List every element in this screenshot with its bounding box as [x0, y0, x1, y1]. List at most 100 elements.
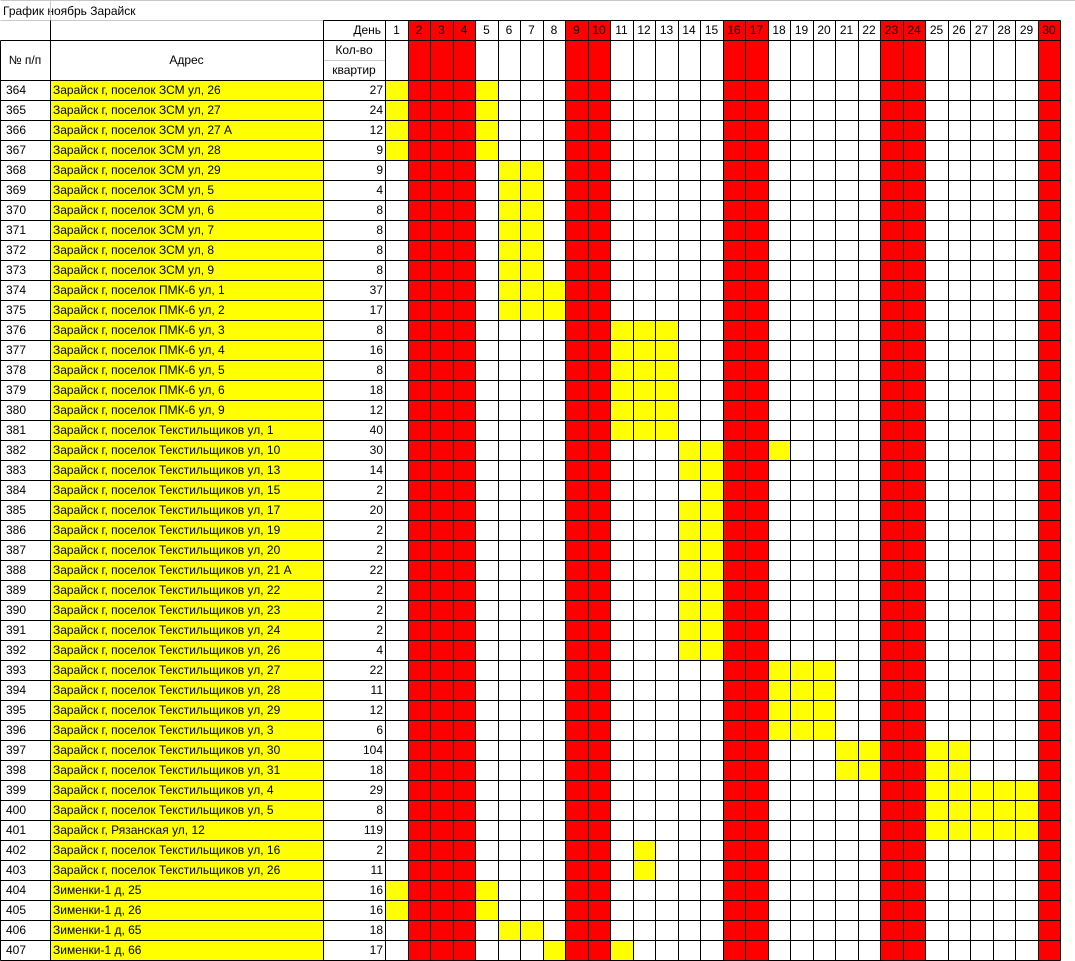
day-cell-2	[408, 580, 430, 600]
day-cell-30	[1038, 260, 1060, 280]
day-cell-10	[588, 660, 610, 680]
row-number: 393	[6, 663, 27, 677]
day-cell-25	[925, 480, 948, 500]
day-cell-5	[475, 620, 498, 640]
day-header-23: 23	[880, 20, 903, 40]
day-cell-7	[520, 220, 543, 240]
day-cell-9	[565, 500, 588, 520]
day-cell-14	[678, 100, 700, 120]
day-cell-3	[430, 300, 453, 320]
day-cell-16	[723, 360, 745, 380]
day-cell-30	[1038, 120, 1060, 140]
day-cell-7	[520, 940, 543, 960]
day-cell-28	[993, 840, 1015, 860]
day-cell-30	[1038, 480, 1060, 500]
day-cell-2	[408, 620, 430, 640]
day-cell-22	[858, 520, 880, 540]
row-apartment-count: 8	[376, 363, 383, 377]
day-cell-19	[790, 180, 813, 200]
day-cell-4	[453, 640, 475, 660]
day-cell-26	[948, 680, 970, 700]
day-cell-5	[475, 280, 498, 300]
day-cell-22	[858, 940, 880, 960]
day-cell-30	[1038, 360, 1060, 380]
day-cell-8	[543, 500, 565, 520]
day-cell-10	[588, 940, 610, 960]
day-header-6: 6	[505, 23, 513, 37]
day-cell-4	[453, 720, 475, 740]
day-cell-10	[588, 760, 610, 780]
day-cell-8	[543, 880, 565, 900]
day-cell-13	[655, 520, 678, 540]
day-cell-24	[903, 400, 925, 420]
day-cell-2	[408, 160, 430, 180]
day-cell-7	[520, 100, 543, 120]
day-cell-25	[925, 620, 948, 640]
day-cell-4	[453, 100, 475, 120]
day-header-9: 9	[565, 20, 588, 40]
day-cell-23	[880, 780, 903, 800]
day-cell-16	[723, 780, 745, 800]
day-cell-26	[948, 200, 970, 220]
day-cell-23	[880, 880, 903, 900]
day-cell-8	[543, 780, 565, 800]
row-apartment-count: 22	[369, 663, 383, 677]
day-cell-10	[588, 600, 610, 620]
day-cell-6	[498, 180, 520, 200]
day-cell-5	[475, 740, 498, 760]
day-cell-18	[768, 220, 790, 240]
day-cell-19	[790, 740, 813, 760]
day-cell-3	[430, 880, 453, 900]
day-cell-10	[588, 140, 610, 160]
day-subheader-24	[903, 40, 925, 80]
day-cell-8	[543, 720, 565, 740]
day-cell-9	[565, 940, 588, 960]
day-cell-24	[903, 160, 925, 180]
day-cell-7	[520, 360, 543, 380]
day-cell-30	[1038, 660, 1060, 680]
day-cell-11	[610, 480, 633, 500]
day-cell-20	[813, 760, 835, 780]
day-cell-24	[903, 860, 925, 880]
day-cell-30	[1038, 300, 1060, 320]
row-number: 377	[6, 343, 27, 357]
day-cell-27	[970, 740, 993, 760]
day-cell-21	[835, 120, 858, 140]
day-cell-5	[475, 840, 498, 860]
day-cell-18	[768, 940, 790, 960]
day-cell-7	[520, 880, 543, 900]
row-number: 404	[6, 883, 27, 897]
day-cell-11	[610, 940, 633, 960]
day-cell-13	[655, 100, 678, 120]
row-address: Зарайск г, поселок ПМК-6 ул, 9	[50, 400, 323, 420]
day-subheader-30	[1038, 40, 1060, 80]
day-cell-23	[880, 220, 903, 240]
day-cell-24	[903, 820, 925, 840]
day-cell-23	[880, 480, 903, 500]
day-cell-13	[655, 540, 678, 560]
row-apartment-count: 12	[369, 123, 383, 137]
day-cell-22	[858, 740, 880, 760]
day-cell-29	[1015, 640, 1038, 660]
day-cell-14	[678, 480, 700, 500]
day-cell-23	[880, 620, 903, 640]
day-cell-13	[655, 160, 678, 180]
day-cell-17	[745, 820, 768, 840]
day-cell-13	[655, 420, 678, 440]
day-cell-12	[633, 520, 655, 540]
day-cell-29	[1015, 660, 1038, 680]
day-cell-16	[723, 240, 745, 260]
day-cell-21	[835, 560, 858, 580]
day-cell-7	[520, 860, 543, 880]
row-number: 365	[6, 103, 27, 117]
day-cell-8	[543, 280, 565, 300]
day-cell-5	[475, 160, 498, 180]
day-cell-23	[880, 920, 903, 940]
day-cell-10	[588, 360, 610, 380]
day-cell-22	[858, 620, 880, 640]
day-cell-12	[633, 100, 655, 120]
day-cell-24	[903, 320, 925, 340]
day-cell-6	[498, 100, 520, 120]
day-cell-20	[813, 180, 835, 200]
row-apartment-count: 27	[369, 83, 383, 97]
